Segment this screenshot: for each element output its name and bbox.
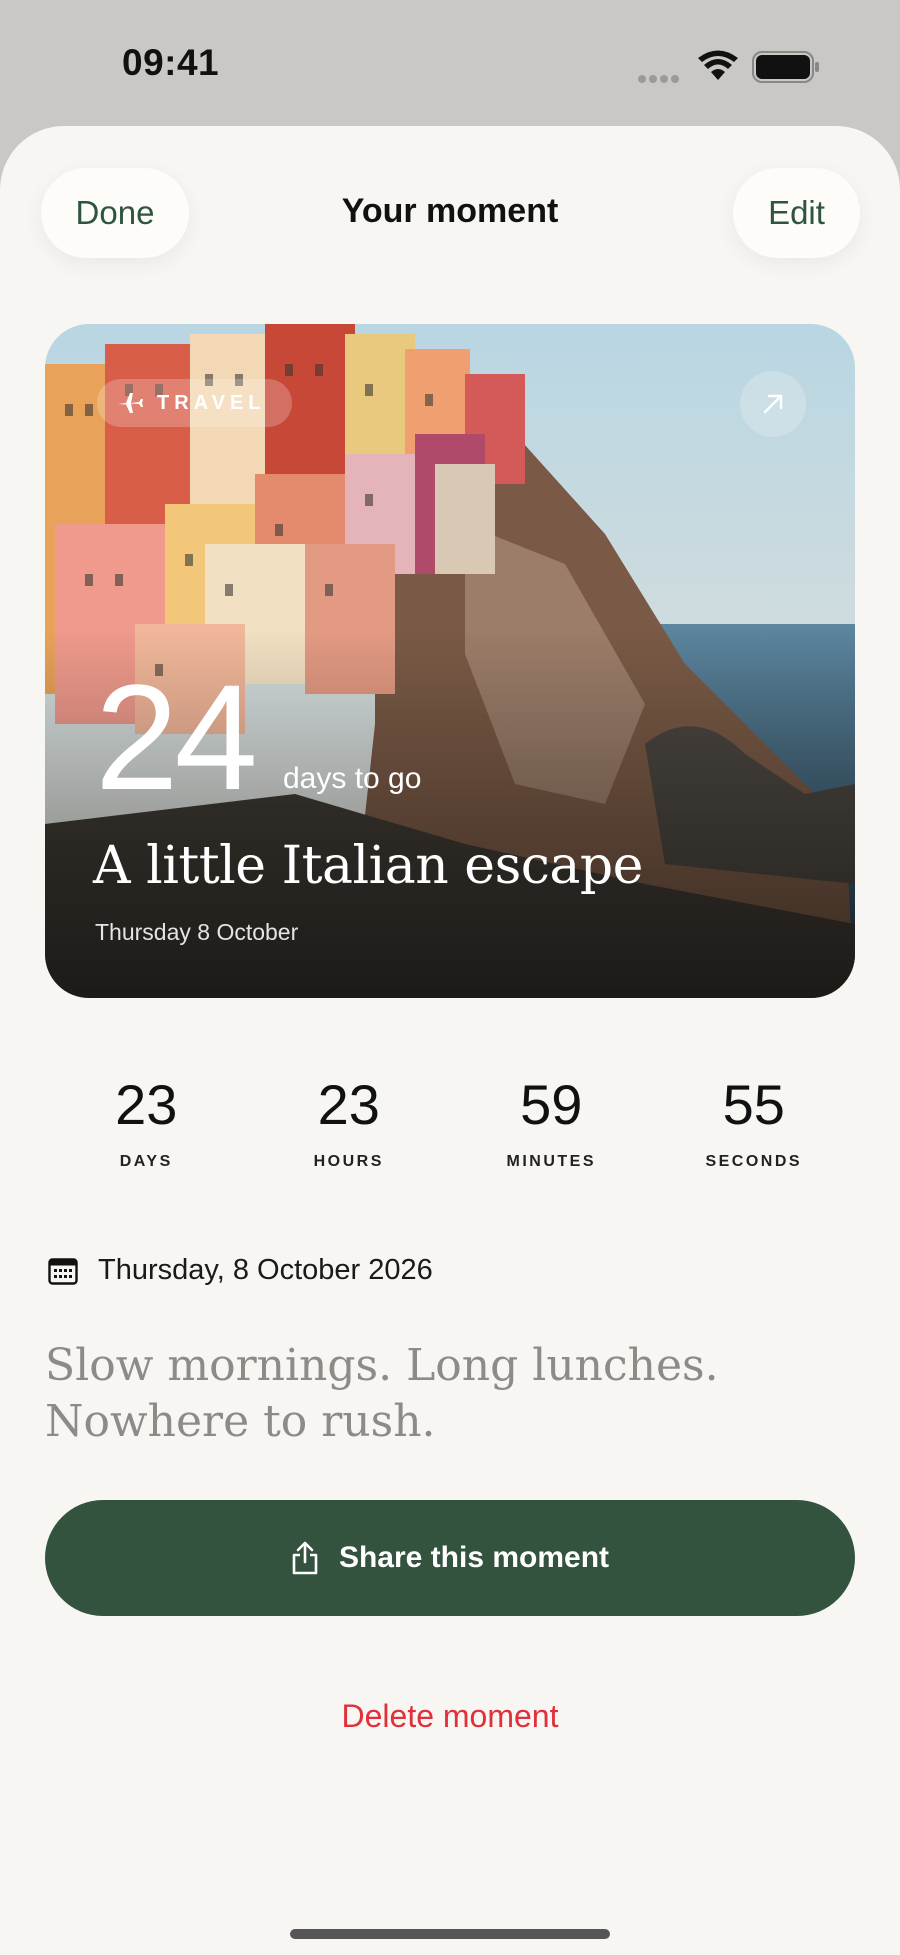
status-time: 09:41	[122, 42, 220, 83]
countdown-days: 23 DAYS	[45, 1072, 248, 1171]
share-label: Share this moment	[338, 1541, 610, 1574]
moment-sheet: Done Your moment Edit TRAVEL 24 days to …	[0, 126, 900, 1955]
countdown-value: 23	[317, 1073, 380, 1136]
countdown-seconds: 55 SECONDS	[653, 1072, 856, 1171]
days-remaining: 24	[95, 653, 258, 821]
countdown-label: SECONDS	[705, 1153, 803, 1170]
countdown-value: 59	[520, 1073, 583, 1136]
note-line: Slow mornings. Long lunches.	[45, 1340, 719, 1391]
event-date: Thursday, 8 October 2026	[98, 1254, 433, 1286]
countdown-label: HOURS	[313, 1153, 384, 1170]
edit-button[interactable]: Edit	[733, 168, 860, 258]
category-label: TRAVEL	[157, 391, 266, 414]
signal-icon	[638, 70, 682, 88]
countdown-label: DAYS	[119, 1153, 173, 1170]
category-tag: TRAVEL	[97, 379, 292, 427]
battery-icon	[752, 51, 819, 83]
share-icon	[292, 1541, 318, 1575]
moment-hero-card[interactable]: TRAVEL 24 days to go A little Italian es…	[45, 324, 855, 998]
open-button[interactable]	[740, 371, 806, 437]
countdown-value: 55	[722, 1073, 785, 1136]
moment-date: Thursday 8 October	[95, 919, 299, 945]
event-date-row: Thursday, 8 October 2026	[48, 1254, 433, 1287]
countdown-minutes: 59 MINUTES	[450, 1072, 653, 1171]
delete-button[interactable]: Delete moment	[0, 1698, 900, 1735]
moment-note: Slow mornings. Long lunches. Nowhere to …	[45, 1338, 825, 1450]
status-bar: 09:41	[0, 0, 900, 126]
arrow-up-right-icon	[763, 394, 783, 414]
airplane-icon	[118, 393, 143, 413]
moment-title: A little Italian escape	[93, 836, 643, 896]
home-indicator	[290, 1929, 610, 1939]
share-button[interactable]: Share this moment	[45, 1500, 855, 1616]
wifi-icon	[698, 50, 738, 80]
calendar-icon	[48, 1257, 78, 1285]
days-to-go-label: days to go	[283, 762, 422, 795]
countdown-value: 23	[115, 1073, 178, 1136]
countdown: 23 DAYS 23 HOURS 59 MINUTES 55 SECONDS	[45, 1072, 855, 1171]
note-line: Nowhere to rush.	[45, 1396, 436, 1447]
countdown-label: MINUTES	[506, 1153, 596, 1170]
countdown-hours: 23 HOURS	[248, 1072, 451, 1171]
